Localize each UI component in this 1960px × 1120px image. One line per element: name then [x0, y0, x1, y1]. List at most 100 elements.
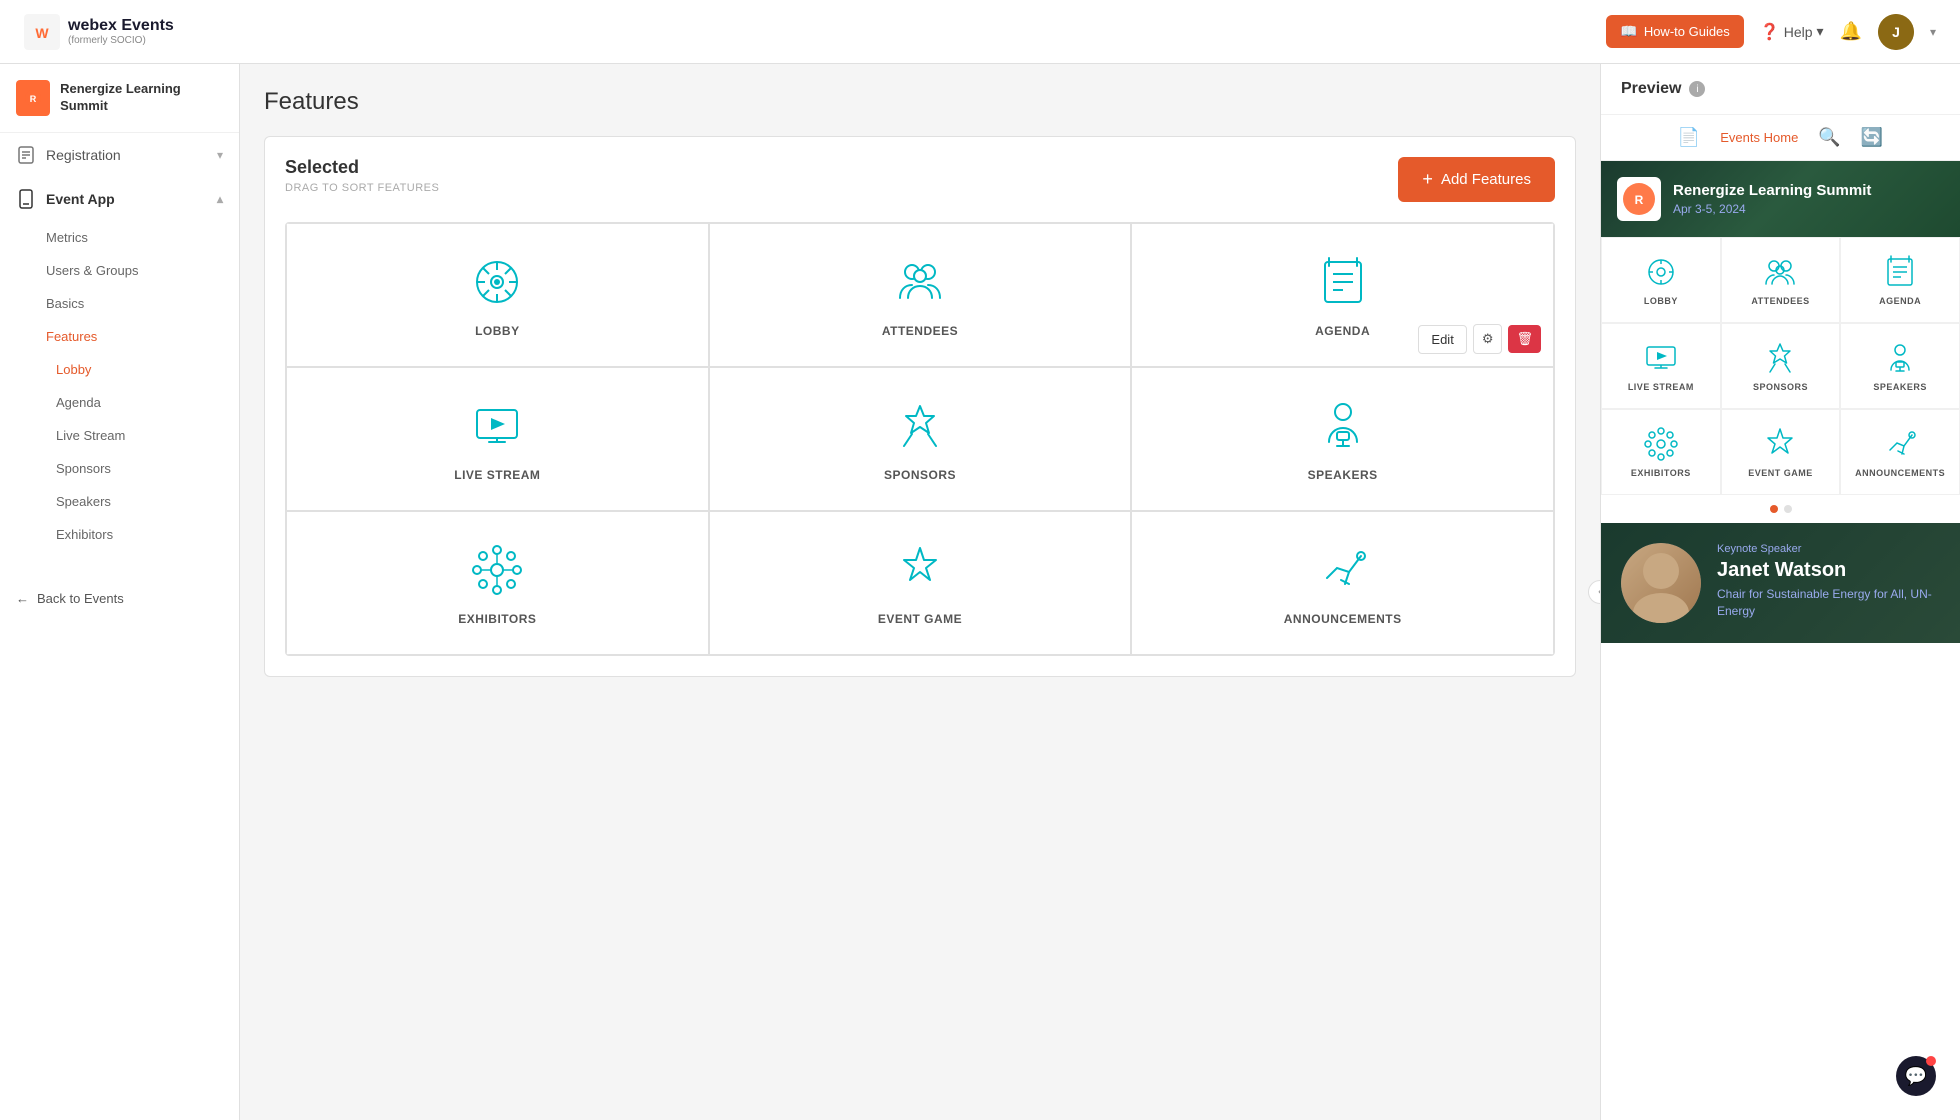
- event-logo: R: [1617, 177, 1661, 221]
- sidebar-item-event-app[interactable]: Event App ▴: [0, 177, 239, 221]
- speakers-label: SPEAKERS: [1308, 468, 1378, 482]
- org-name: Renergize Learning Summit: [60, 81, 223, 115]
- preview-icon-sponsors[interactable]: SPONSORS: [1721, 323, 1841, 409]
- preview-icon-exhibitors[interactable]: EXHIBITORS: [1601, 409, 1721, 495]
- dot-2[interactable]: [1784, 505, 1792, 513]
- agenda-icon: [1313, 252, 1373, 312]
- preview-header: Preview i: [1601, 64, 1960, 115]
- event-logo-icon: R: [1617, 177, 1661, 221]
- back-label: Back to Events: [37, 591, 124, 606]
- preview-speaker-card: Keynote Speaker Janet Watson Chair for S…: [1601, 523, 1960, 643]
- user-avatar[interactable]: J: [1878, 14, 1914, 50]
- speaker-avatar-icon: [1621, 543, 1701, 623]
- feature-cell-live-stream[interactable]: LIVE STREAM: [286, 367, 709, 511]
- sidebar-collapse-button[interactable]: ‹: [1588, 580, 1600, 604]
- preview-exhibitors-icon: [1643, 426, 1679, 462]
- feature-cell-attendees[interactable]: ATTENDEES: [709, 223, 1132, 367]
- preview-tab-events-home[interactable]: Events Home: [1720, 130, 1798, 145]
- add-features-button[interactable]: + Add Features: [1398, 157, 1555, 202]
- feature-cell-announcements[interactable]: ANNOUNCEMENTS: [1131, 511, 1554, 655]
- preview-tab-page-icon[interactable]: 📄: [1678, 127, 1700, 148]
- sidebar-item-features[interactable]: Features: [46, 320, 239, 353]
- preview-tabs: 📄 Events Home 🔍 🔄: [1601, 115, 1960, 161]
- exhibitors-icon: [467, 540, 527, 600]
- preview-info-icon[interactable]: i: [1689, 81, 1705, 97]
- preview-panel: Preview i 📄 Events Home 🔍 🔄 R Renergize …: [1600, 64, 1960, 1120]
- preview-attendees-icon: [1762, 254, 1798, 290]
- plus-icon: +: [1422, 169, 1433, 190]
- lobby-icon: [467, 252, 527, 312]
- dot-1[interactable]: [1770, 505, 1778, 513]
- sponsors-label: SPONSORS: [884, 468, 956, 482]
- preview-icon-announcements[interactable]: ANNOUNCEMENTS: [1840, 409, 1960, 495]
- preview-tab-refresh-icon[interactable]: 🔄: [1861, 127, 1883, 148]
- main-layout: R Renergize Learning Summit Registration…: [0, 0, 1960, 1120]
- preview-icon-attendees[interactable]: ATTENDEES: [1721, 237, 1841, 323]
- event-app-icon: [16, 189, 36, 209]
- event-app-subnav: Metrics Users & Groups Basics Features: [0, 221, 239, 353]
- sidebar-item-metrics[interactable]: Metrics: [46, 221, 239, 254]
- speaker-name: Janet Watson: [1717, 559, 1940, 582]
- feature-cell-exhibitors[interactable]: EXHIBITORS: [286, 511, 709, 655]
- live-stream-icon: [467, 396, 527, 456]
- sidebar-features-live-stream[interactable]: Live Stream: [56, 419, 239, 452]
- preview-event-banner: R Renergize Learning Summit Apr 3-5, 202…: [1601, 161, 1960, 237]
- preview-icon-speakers[interactable]: SPEAKERS: [1840, 323, 1960, 409]
- notifications-bell-icon[interactable]: 🔔: [1840, 21, 1862, 42]
- app-formerly: (formerly SOCIO): [68, 35, 174, 46]
- feature-cell-agenda[interactable]: AGENDA Edit ⚙ 🗑: [1131, 223, 1554, 367]
- sidebar-features-lobby[interactable]: Lobby: [56, 353, 239, 386]
- webex-logo-icon: W: [24, 14, 60, 50]
- agenda-cell-overlay: Edit ⚙ 🗑: [1418, 324, 1541, 354]
- agenda-delete-button[interactable]: 🗑: [1508, 325, 1541, 353]
- org-section: R Renergize Learning Summit: [0, 64, 239, 133]
- attendees-icon: [890, 252, 950, 312]
- top-nav: W webex Events (formerly SOCIO) 📖 How-to…: [0, 0, 1960, 64]
- preview-agenda-icon: [1882, 254, 1918, 290]
- chat-notification-dot: [1926, 1056, 1936, 1066]
- sidebar-features-exhibitors[interactable]: Exhibitors: [56, 518, 239, 551]
- announcements-label: ANNOUNCEMENTS: [1284, 612, 1402, 626]
- sidebar: R Renergize Learning Summit Registration…: [0, 64, 240, 1120]
- registration-label: Registration: [46, 147, 121, 163]
- preview-icon-live-stream[interactable]: LIVE STREAM: [1601, 323, 1721, 409]
- sidebar-features-sponsors[interactable]: Sponsors: [56, 452, 239, 485]
- sidebar-item-registration[interactable]: Registration ▾: [0, 133, 239, 177]
- help-button[interactable]: ❓ Help ▾: [1760, 22, 1824, 42]
- preview-pagination: [1601, 495, 1960, 523]
- sidebar-item-users-groups[interactable]: Users & Groups: [46, 254, 239, 287]
- how-to-guides-button[interactable]: 📖 How-to Guides: [1606, 15, 1743, 48]
- chat-bubble-button[interactable]: 💬: [1896, 1056, 1936, 1096]
- preview-live-stream-icon: [1643, 340, 1679, 376]
- lobby-label: LOBBY: [475, 324, 520, 338]
- exhibitors-label: EXHIBITORS: [458, 612, 536, 626]
- feature-cell-sponsors[interactable]: SPONSORS: [709, 367, 1132, 511]
- svg-text:R: R: [1635, 193, 1644, 207]
- feature-cell-speakers[interactable]: SPEAKERS: [1131, 367, 1554, 511]
- preview-sponsors-icon: [1762, 340, 1798, 376]
- preview-icon-agenda[interactable]: AGENDA: [1840, 237, 1960, 323]
- feature-grid: LOBBY ATTENDEES: [285, 222, 1555, 656]
- nav-right: 📖 How-to Guides ❓ Help ▾ 🔔 J ▾: [1606, 14, 1936, 50]
- sidebar-item-basics[interactable]: Basics: [46, 287, 239, 320]
- agenda-label: AGENDA: [1315, 324, 1370, 338]
- event-game-label: EVENT GAME: [878, 612, 962, 626]
- svg-text:R: R: [30, 94, 37, 104]
- feature-cell-lobby[interactable]: LOBBY: [286, 223, 709, 367]
- preview-icons-grid: LOBBY ATTENDEES: [1601, 237, 1960, 495]
- back-to-events-button[interactable]: ← Back to Events: [16, 591, 223, 606]
- sidebar-features-speakers[interactable]: Speakers: [56, 485, 239, 518]
- page-title: Features: [264, 88, 1576, 116]
- logo-area: W webex Events (formerly SOCIO): [24, 14, 174, 50]
- main-content: ‹ Features Selected DRAG TO SORT FEATURE…: [240, 64, 1600, 1120]
- preview-tab-search-icon[interactable]: 🔍: [1818, 127, 1840, 148]
- registration-icon: [16, 145, 36, 165]
- preview-icon-lobby[interactable]: LOBBY: [1601, 237, 1721, 323]
- agenda-settings-button[interactable]: ⚙: [1473, 324, 1503, 354]
- drag-label: DRAG TO SORT FEATURES: [285, 182, 439, 194]
- feature-cell-event-game[interactable]: EVENT GAME: [709, 511, 1132, 655]
- agenda-edit-button[interactable]: Edit: [1418, 325, 1466, 354]
- sidebar-features-agenda[interactable]: Agenda: [56, 386, 239, 419]
- help-chevron-icon: ▾: [1817, 23, 1824, 40]
- preview-icon-event-game[interactable]: EVENT GAME: [1721, 409, 1841, 495]
